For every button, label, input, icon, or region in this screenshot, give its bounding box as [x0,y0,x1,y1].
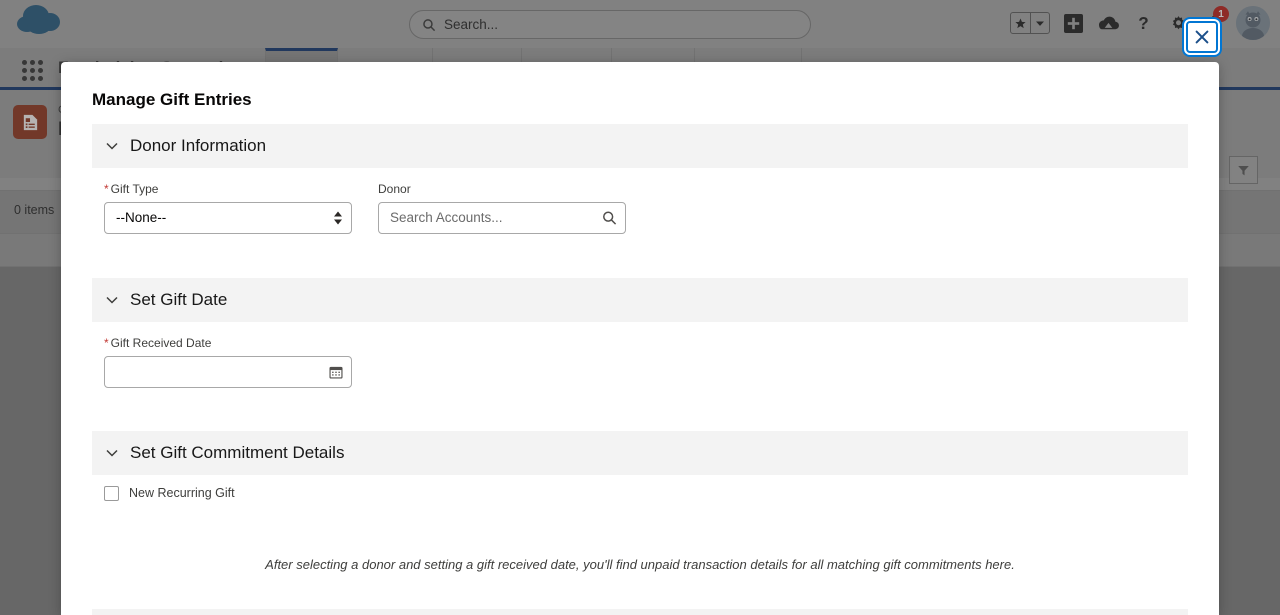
new-recurring-gift-checkbox[interactable] [104,485,119,501]
gift-date-fields: * Gift Received Date [92,322,1188,388]
calendar-icon[interactable] [329,365,343,379]
gift-received-date-label: Gift Received Date [110,335,212,350]
donor-information-fields: * Gift Type --None-- Single Gift Gift Co… [92,168,1188,234]
donor-field: Donor [378,181,626,234]
gift-type-label-wrap: * Gift Type [104,181,352,198]
gift-type-field: * Gift Type --None-- Single Gift Gift Co… [104,181,352,234]
new-recurring-gift-row[interactable]: New Recurring Gift [92,475,1188,501]
chevron-down-icon [106,449,118,457]
gift-type-select[interactable]: --None-- Single Gift Gift Commitment [104,201,352,234]
required-asterisk: * [104,182,109,196]
donor-label: Donor [378,182,411,196]
donor-search-input[interactable] [378,201,626,234]
modal-body: Donor Information * Gift Type --None-- S… [61,124,1219,615]
required-asterisk: * [104,335,109,350]
gift-received-date-input[interactable] [104,355,352,388]
section-header-set-gift-commitment-details[interactable]: Set Gift Commitment Details [92,430,1188,475]
close-x-icon [1195,30,1209,44]
gift-received-date-label-wrap: * Gift Received Date [104,335,352,352]
section-title-set-gift-date: Set Gift Date [130,289,228,309]
close-modal-button[interactable] [1186,21,1218,53]
commitment-helper-text: After selecting a donor and setting a gi… [265,556,1015,572]
donor-label-wrap: Donor [378,181,626,198]
chevron-down-icon [106,296,118,304]
gift-type-label: Gift Type [110,182,159,196]
manage-gift-entries-modal: Manage Gift Entries Donor Information * … [61,62,1219,615]
section-header-donor-information[interactable]: Donor Information [92,124,1188,168]
new-recurring-gift-label: New Recurring Gift [129,486,235,501]
section-title-donor-information: Donor Information [130,136,267,155]
section-title-set-gift-commitment-details: Set Gift Commitment Details [130,442,345,462]
section-header-set-gift-information[interactable]: Set Gift Information [92,608,1188,615]
modal-title: Manage Gift Entries [92,90,252,109]
chevron-down-icon [106,142,118,150]
section-header-set-gift-date[interactable]: Set Gift Date [92,277,1188,322]
gift-received-date-field: * Gift Received Date [104,335,352,388]
